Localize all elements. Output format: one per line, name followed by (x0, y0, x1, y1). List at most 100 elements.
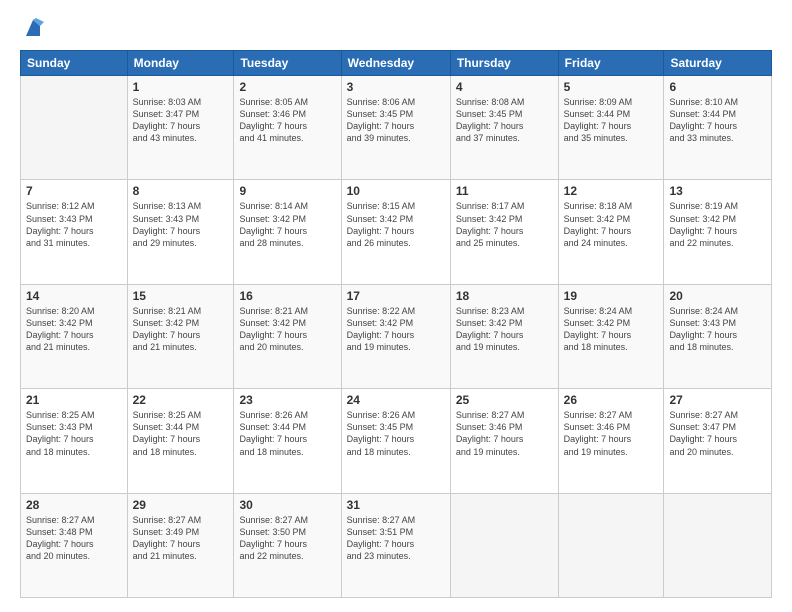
calendar-cell: 25Sunrise: 8:27 AM Sunset: 3:46 PM Dayli… (450, 389, 558, 493)
calendar-cell: 7 Sunrise: 8:12 AM Sunset: 3:43 PM Daylig… (21, 180, 128, 284)
day-number: 10 (347, 184, 445, 198)
calendar-cell (21, 76, 128, 180)
calendar-week-5: 28Sunrise: 8:27 AM Sunset: 3:48 PM Dayli… (21, 493, 772, 597)
day-info: Sunrise: 8:17 AM Sunset: 3:42 PM Dayligh… (456, 200, 553, 249)
calendar-cell: 13 Sunrise: 8:19 AM Sunset: 3:42 PM Dayli… (664, 180, 772, 284)
logo-icon (22, 18, 44, 40)
day-info: Sunrise: 8:18 AM Sunset: 3:42 PM Dayligh… (564, 200, 659, 249)
calendar-cell: 2 Sunrise: 8:05 AM Sunset: 3:46 PM Daylig… (234, 76, 341, 180)
calendar-cell (664, 493, 772, 597)
calendar-week-2: 7 Sunrise: 8:12 AM Sunset: 3:43 PM Daylig… (21, 180, 772, 284)
calendar-week-1: 1 Sunrise: 8:03 AM Sunset: 3:47 PM Daylig… (21, 76, 772, 180)
calendar-cell: 9Sunrise: 8:14 AM Sunset: 3:42 PM Daylig… (234, 180, 341, 284)
calendar-cell: 14 Sunrise: 8:20 AM Sunset: 3:42 PM Dayli… (21, 284, 128, 388)
calendar-cell (558, 493, 664, 597)
day-info: Sunrise: 8:24 AM Sunset: 3:43 PM Dayligh… (669, 305, 766, 354)
calendar-cell: 30Sunrise: 8:27 AM Sunset: 3:50 PM Dayli… (234, 493, 341, 597)
day-number: 22 (133, 393, 229, 407)
day-info: Sunrise: 8:24 AM Sunset: 3:42 PM Dayligh… (564, 305, 659, 354)
calendar-week-4: 21 Sunrise: 8:25 AM Sunset: 3:43 PM Dayli… (21, 389, 772, 493)
day-number: 31 (347, 498, 445, 512)
day-number: 23 (239, 393, 335, 407)
day-info: Sunrise: 8:05 AM Sunset: 3:46 PM Dayligh… (239, 96, 335, 145)
calendar-header-friday: Friday (558, 51, 664, 76)
calendar-cell: 19Sunrise: 8:24 AM Sunset: 3:42 PM Dayli… (558, 284, 664, 388)
calendar-cell: 8 Sunrise: 8:13 AM Sunset: 3:43 PM Daylig… (127, 180, 234, 284)
day-number: 9 (239, 184, 335, 198)
calendar-week-3: 14 Sunrise: 8:20 AM Sunset: 3:42 PM Dayli… (21, 284, 772, 388)
calendar-cell: 24Sunrise: 8:26 AM Sunset: 3:45 PM Dayli… (341, 389, 450, 493)
logo (20, 18, 44, 40)
day-number: 13 (669, 184, 766, 198)
calendar-cell: 20Sunrise: 8:24 AM Sunset: 3:43 PM Dayli… (664, 284, 772, 388)
day-number: 5 (564, 80, 659, 94)
day-info: Sunrise: 8:27 AM Sunset: 3:48 PM Dayligh… (26, 514, 122, 563)
day-number: 8 (133, 184, 229, 198)
day-number: 3 (347, 80, 445, 94)
day-number: 24 (347, 393, 445, 407)
day-number: 18 (456, 289, 553, 303)
day-info: Sunrise: 8:22 AM Sunset: 3:42 PM Dayligh… (347, 305, 445, 354)
calendar-header-thursday: Thursday (450, 51, 558, 76)
day-info: Sunrise: 8:23 AM Sunset: 3:42 PM Dayligh… (456, 305, 553, 354)
calendar-cell: 1 Sunrise: 8:03 AM Sunset: 3:47 PM Daylig… (127, 76, 234, 180)
day-number: 21 (26, 393, 122, 407)
calendar-cell: 12Sunrise: 8:18 AM Sunset: 3:42 PM Dayli… (558, 180, 664, 284)
calendar-cell: 23 Sunrise: 8:26 AM Sunset: 3:44 PM Dayli… (234, 389, 341, 493)
day-info: Sunrise: 8:15 AM Sunset: 3:42 PM Dayligh… (347, 200, 445, 249)
day-number: 4 (456, 80, 553, 94)
calendar-cell: 27 Sunrise: 8:27 AM Sunset: 3:47 PM Dayli… (664, 389, 772, 493)
day-number: 29 (133, 498, 229, 512)
day-number: 16 (239, 289, 335, 303)
day-number: 7 (26, 184, 122, 198)
calendar-cell: 17 Sunrise: 8:22 AM Sunset: 3:42 PM Dayli… (341, 284, 450, 388)
day-info: Sunrise: 8:27 AM Sunset: 3:51 PM Dayligh… (347, 514, 445, 563)
calendar-cell (450, 493, 558, 597)
day-number: 2 (239, 80, 335, 94)
calendar-cell: 21 Sunrise: 8:25 AM Sunset: 3:43 PM Dayli… (21, 389, 128, 493)
calendar-cell: 29 Sunrise: 8:27 AM Sunset: 3:49 PM Dayli… (127, 493, 234, 597)
calendar-header-saturday: Saturday (664, 51, 772, 76)
calendar-header-wednesday: Wednesday (341, 51, 450, 76)
calendar-header-sunday: Sunday (21, 51, 128, 76)
day-number: 6 (669, 80, 766, 94)
day-info: Sunrise: 8:27 AM Sunset: 3:47 PM Dayligh… (669, 409, 766, 458)
day-info: Sunrise: 8:10 AM Sunset: 3:44 PM Dayligh… (669, 96, 766, 145)
day-number: 1 (133, 80, 229, 94)
calendar-cell: 26Sunrise: 8:27 AM Sunset: 3:46 PM Dayli… (558, 389, 664, 493)
day-info: Sunrise: 8:27 AM Sunset: 3:46 PM Dayligh… (564, 409, 659, 458)
day-info: Sunrise: 8:12 AM Sunset: 3:43 PM Dayligh… (26, 200, 122, 249)
day-number: 17 (347, 289, 445, 303)
day-info: Sunrise: 8:06 AM Sunset: 3:45 PM Dayligh… (347, 96, 445, 145)
calendar-cell: 4 Sunrise: 8:08 AM Sunset: 3:45 PM Daylig… (450, 76, 558, 180)
calendar-header-tuesday: Tuesday (234, 51, 341, 76)
day-number: 30 (239, 498, 335, 512)
calendar-cell: 11 Sunrise: 8:17 AM Sunset: 3:42 PM Dayli… (450, 180, 558, 284)
page: SundayMondayTuesdayWednesdayThursdayFrid… (0, 0, 792, 612)
header (20, 18, 772, 40)
day-info: Sunrise: 8:25 AM Sunset: 3:43 PM Dayligh… (26, 409, 122, 458)
calendar-cell: 3 Sunrise: 8:06 AM Sunset: 3:45 PM Daylig… (341, 76, 450, 180)
day-info: Sunrise: 8:20 AM Sunset: 3:42 PM Dayligh… (26, 305, 122, 354)
day-info: Sunrise: 8:08 AM Sunset: 3:45 PM Dayligh… (456, 96, 553, 145)
day-info: Sunrise: 8:27 AM Sunset: 3:49 PM Dayligh… (133, 514, 229, 563)
calendar-header-row: SundayMondayTuesdayWednesdayThursdayFrid… (21, 51, 772, 76)
calendar-cell: 22 Sunrise: 8:25 AM Sunset: 3:44 PM Dayli… (127, 389, 234, 493)
day-number: 15 (133, 289, 229, 303)
calendar-cell: 15 Sunrise: 8:21 AM Sunset: 3:42 PM Dayli… (127, 284, 234, 388)
day-info: Sunrise: 8:03 AM Sunset: 3:47 PM Dayligh… (133, 96, 229, 145)
calendar-header-monday: Monday (127, 51, 234, 76)
day-info: Sunrise: 8:26 AM Sunset: 3:44 PM Dayligh… (239, 409, 335, 458)
calendar-cell: 5Sunrise: 8:09 AM Sunset: 3:44 PM Daylig… (558, 76, 664, 180)
calendar-cell: 6 Sunrise: 8:10 AM Sunset: 3:44 PM Daylig… (664, 76, 772, 180)
day-number: 27 (669, 393, 766, 407)
day-info: Sunrise: 8:19 AM Sunset: 3:42 PM Dayligh… (669, 200, 766, 249)
day-info: Sunrise: 8:21 AM Sunset: 3:42 PM Dayligh… (133, 305, 229, 354)
calendar-cell: 31 Sunrise: 8:27 AM Sunset: 3:51 PM Dayli… (341, 493, 450, 597)
day-number: 14 (26, 289, 122, 303)
day-number: 11 (456, 184, 553, 198)
calendar-body: 1 Sunrise: 8:03 AM Sunset: 3:47 PM Daylig… (21, 76, 772, 598)
day-info: Sunrise: 8:13 AM Sunset: 3:43 PM Dayligh… (133, 200, 229, 249)
day-info: Sunrise: 8:25 AM Sunset: 3:44 PM Dayligh… (133, 409, 229, 458)
calendar-cell: 18 Sunrise: 8:23 AM Sunset: 3:42 PM Dayli… (450, 284, 558, 388)
